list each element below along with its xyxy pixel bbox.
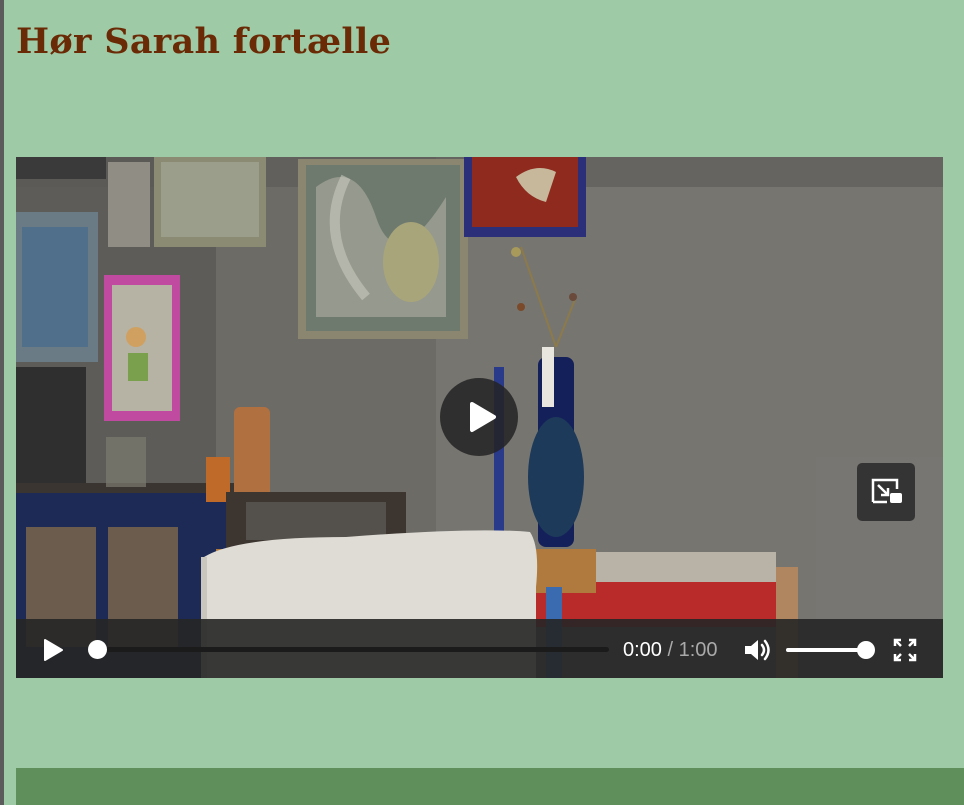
time-display: 0:00 / 1:00: [623, 638, 718, 662]
volume-icon: [745, 639, 770, 661]
page-title: Hør Sarah fortælle: [16, 21, 392, 62]
page-left-border: [0, 0, 4, 805]
duration-time: 1:00: [678, 639, 718, 661]
volume-thumb[interactable]: [857, 641, 875, 659]
play-button[interactable]: [40, 637, 66, 663]
time-separator: /: [667, 639, 674, 661]
footer-band: [16, 768, 964, 805]
fullscreen-icon: [893, 638, 917, 662]
picture-in-picture-button[interactable]: [857, 463, 915, 521]
video-control-bar: 0:00 / 1:00: [16, 619, 943, 678]
fullscreen-button[interactable]: [893, 638, 917, 662]
picture-in-picture-icon: [871, 478, 902, 504]
seek-bar[interactable]: [96, 647, 609, 652]
play-icon: [470, 402, 496, 432]
play-icon: [44, 639, 63, 661]
video-player[interactable]: 0:00 / 1:00: [16, 157, 943, 678]
volume-slider[interactable]: [786, 648, 866, 652]
volume-level: [786, 648, 866, 652]
current-time: 0:00: [623, 639, 662, 661]
big-play-button[interactable]: [440, 378, 518, 456]
seek-thumb[interactable]: [88, 640, 107, 659]
volume-button[interactable]: [742, 636, 772, 664]
